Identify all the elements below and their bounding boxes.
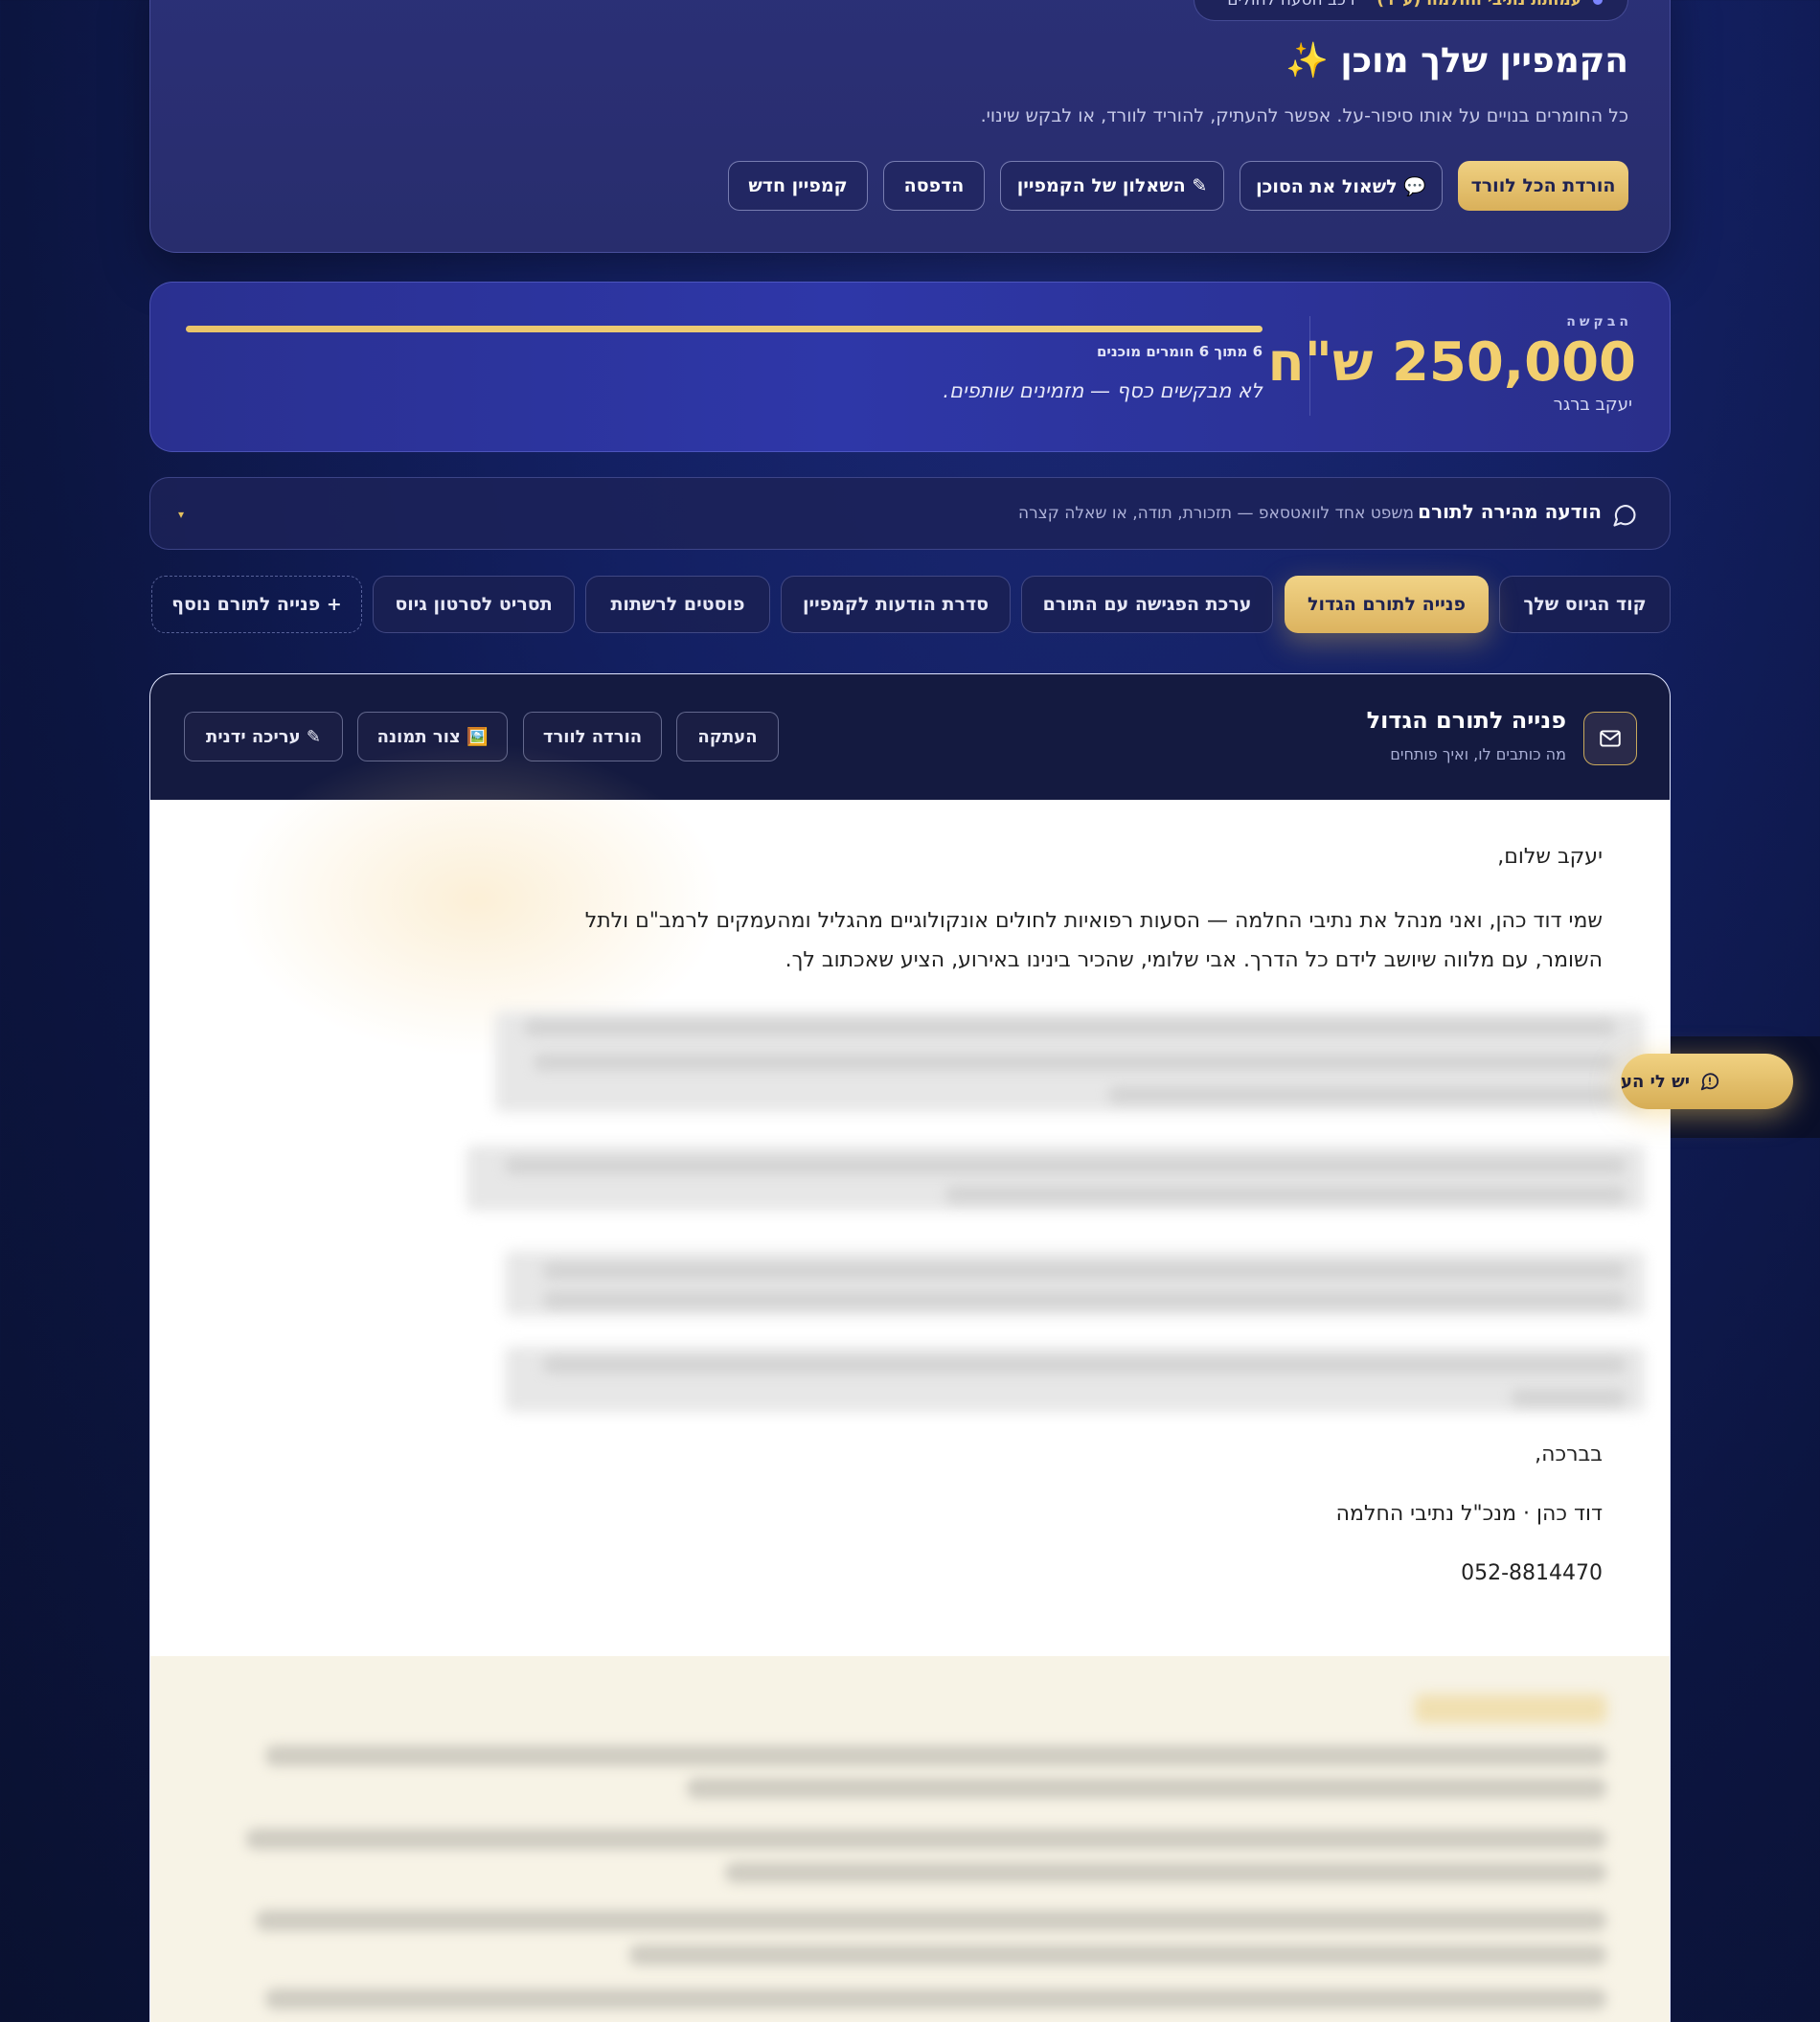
tab-campaign-messages[interactable]: סדרת הודעות לקמפיין: [781, 576, 1011, 633]
blurred-heading: [1415, 1694, 1606, 1723]
add-donor-letter-tab[interactable]: + פנייה לתורם נוסף: [151, 576, 362, 633]
blurred-line: [629, 1944, 1606, 1965]
progress-text: 6 מתוך 6 חומרים מוכנים: [1096, 343, 1263, 360]
letter-signature: דוד כהן · מנכ"ל נתיבי החלמה: [1335, 1502, 1603, 1526]
feedback-label: יש לי הע: [1621, 1071, 1691, 1092]
hero-actions: הורדת הכל לוורד 💬 לשאול את הסוכן ✎ השאלו…: [728, 161, 1628, 211]
organization-badge: עמותת נתיבי החלמה (ע"ר) · רכב הסעה לחולי…: [1194, 0, 1628, 21]
organization-detail: · רכב הסעה לחולים: [1227, 0, 1366, 10]
page-subtitle: כל החומרים בנויים על אותו סיפור-על. אפשר…: [980, 105, 1628, 126]
blurred-line: [1108, 1086, 1616, 1103]
new-campaign-button[interactable]: קמפיין חדש: [728, 161, 868, 211]
donor-name: יעקב ברגר: [1553, 395, 1632, 415]
blurred-line: [687, 1778, 1606, 1799]
blurred-line: [265, 1745, 1606, 1766]
blurred-line: [1511, 1389, 1626, 1406]
campaign-ready-card: [149, 0, 1671, 253]
campaign-tagline: לא מבקשים כסף — מזמינים שותפים.: [943, 379, 1263, 402]
blurred-line: [543, 1262, 1626, 1280]
manual-edit-button[interactable]: ✎ עריכה ידנית: [184, 712, 343, 761]
chat-bubble-icon: [1611, 502, 1638, 529]
quick-message-title: הודעה מהירה לתורם: [1418, 500, 1602, 523]
blurred-line: [524, 1019, 1616, 1036]
questionnaire-button[interactable]: ✎ השאלון של הקמפיין: [1000, 161, 1224, 211]
letter-greeting: יעקב שלום,: [1497, 845, 1603, 869]
blurred-line: [505, 1157, 1626, 1174]
blurred-line: [246, 1829, 1606, 1850]
blurred-line: [265, 1988, 1606, 2010]
chat-alert-icon: [1699, 1071, 1720, 1092]
blurred-line: [534, 1054, 1616, 1071]
print-button[interactable]: הדפסה: [883, 161, 985, 211]
copy-button[interactable]: העתקה: [676, 712, 779, 761]
goal-divider: [1309, 316, 1310, 416]
tab-major-donor-letter[interactable]: פנייה לתורם הגדול: [1285, 576, 1489, 633]
chevron-down-icon[interactable]: ▾: [178, 508, 184, 521]
letter-closing: בברכה,: [1535, 1443, 1603, 1466]
goal-amount: 250,000 ש"ח: [1267, 331, 1636, 394]
blurred-line: [725, 1862, 1606, 1883]
tab-recruitment-code[interactable]: קוד הגיוס שלך: [1499, 576, 1671, 633]
document-card: פנייה לתורם הגדול מה כותבים לו, ואיך פות…: [149, 673, 1671, 2022]
document-title: פנייה לתורם הגדול: [1366, 707, 1566, 734]
tab-social-posts[interactable]: פוסטים לרשתות: [585, 576, 770, 633]
document-subtitle: מה כותבים לו, ואיך פותחים: [1390, 745, 1566, 763]
blurred-line: [945, 1186, 1626, 1203]
goal-label: הבקשה: [1566, 314, 1632, 329]
blurred-line: [543, 1356, 1626, 1374]
organization-name: עמותת נתיבי החלמה (ע"ר): [1376, 0, 1581, 10]
feedback-float-button[interactable]: יש לי הע: [1621, 1054, 1793, 1109]
glow-decoration: [227, 741, 725, 1057]
envelope-icon: [1583, 712, 1637, 765]
status-dot: [1593, 0, 1603, 5]
blurred-line: [256, 1910, 1606, 1931]
download-all-button[interactable]: הורדת הכל לוורד: [1458, 161, 1628, 211]
ask-agent-button[interactable]: 💬 לשאול את הסוכן: [1240, 161, 1443, 211]
progress-bar-fill: [186, 326, 1263, 332]
tab-video-script[interactable]: תסריט לסרטון גיוס: [373, 576, 575, 633]
letter-phone: 052-8814470: [1461, 1561, 1603, 1585]
page-title: הקמפיין שלך מוכן ✨: [1285, 41, 1628, 80]
letter-paragraph: שמי דוד כהן, ואני מנהל את נתיבי החלמה — …: [584, 909, 1603, 972]
blurred-line: [543, 1291, 1626, 1308]
tab-meeting-kit[interactable]: ערכת הפגישה עם התורם: [1021, 576, 1273, 633]
quick-message-hint: משפט אחד לוואטסאפ — תזכורת, תודה, או שאל…: [1017, 504, 1414, 523]
